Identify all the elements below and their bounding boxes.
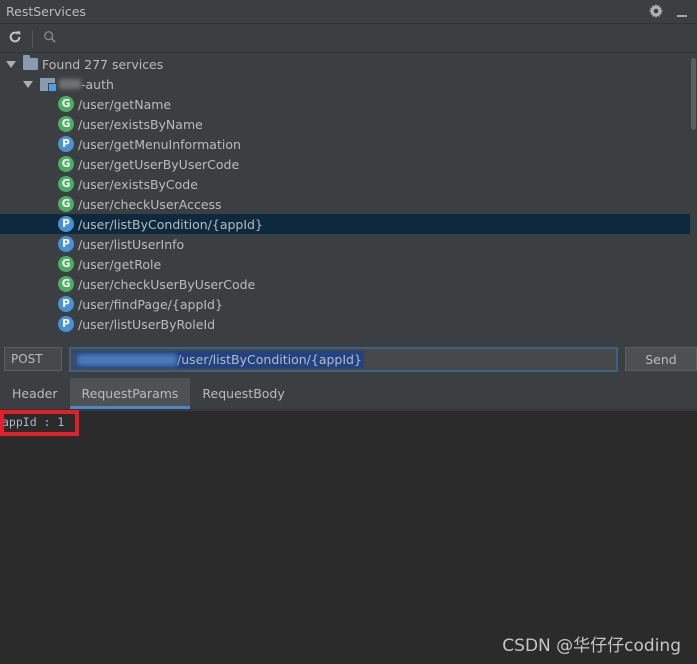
get-method-icon: G xyxy=(58,116,74,132)
header-actions xyxy=(649,4,687,21)
service-path: /user/listUserInfo xyxy=(78,236,185,252)
folder-icon xyxy=(23,55,38,70)
tree-module[interactable]: -auth xyxy=(0,74,690,94)
post-method-icon: P xyxy=(58,236,74,252)
service-item[interactable]: P/user/listUserInfo xyxy=(0,234,690,254)
service-item[interactable]: G/user/checkUserAccess xyxy=(0,194,690,214)
url-selected-text: /user/listByCondition/{appId} xyxy=(75,351,364,368)
tab-requestbody[interactable]: RequestBody xyxy=(190,378,296,409)
service-path: /user/existsByCode xyxy=(78,176,198,192)
tree-root-label: Found 277 services xyxy=(42,56,164,72)
service-path: /user/getMenuInformation xyxy=(78,136,241,152)
post-method-icon: P xyxy=(58,316,74,332)
minimize-icon[interactable] xyxy=(677,9,687,17)
toolbar-separator xyxy=(32,29,33,48)
params-editor[interactable]: appId : 1 xyxy=(0,411,697,664)
tab-header[interactable]: Header xyxy=(0,378,70,409)
scrollbar-thumb[interactable] xyxy=(691,58,696,130)
gear-icon[interactable] xyxy=(649,4,663,21)
service-path: /user/checkUserAccess xyxy=(78,196,222,212)
annotation-highlight-box xyxy=(0,410,79,436)
module-icon xyxy=(40,77,57,92)
service-item[interactable]: G/user/existsByCode xyxy=(0,174,690,194)
post-method-icon: P xyxy=(58,136,74,152)
service-path: /user/existsByName xyxy=(78,116,203,132)
service-item[interactable]: P/user/listUserByRoleId xyxy=(0,314,690,334)
search-icon[interactable] xyxy=(43,30,57,47)
service-path: /user/listUserByRoleId xyxy=(78,316,216,332)
get-method-icon: G xyxy=(58,176,74,192)
post-method-icon: P xyxy=(58,216,74,232)
send-button[interactable]: Send xyxy=(625,347,697,371)
service-tree[interactable]: Found 277 services -auth G/user/getName G… xyxy=(0,54,690,334)
tree-root[interactable]: Found 277 services xyxy=(0,54,690,74)
service-item[interactable]: G/user/checkUserByUserCode xyxy=(0,274,690,294)
request-tabs: Header RequestParams RequestBody xyxy=(0,378,697,410)
service-item[interactable]: G/user/getRole xyxy=(0,254,690,274)
http-method-field[interactable]: POST xyxy=(4,347,62,371)
toolbar xyxy=(0,25,697,53)
tab-requestparams[interactable]: RequestParams xyxy=(69,378,191,409)
tool-window-title: RestServices xyxy=(6,4,86,19)
redacted-text xyxy=(59,79,81,89)
service-item[interactable]: P/user/getMenuInformation xyxy=(0,134,690,154)
request-bar: POST /user/listByCondition/{appId} Send xyxy=(0,340,697,376)
url-path: /user/listByCondition/{appId} xyxy=(177,352,362,367)
get-method-icon: G xyxy=(58,156,74,172)
service-item[interactable]: G/user/existsByName xyxy=(0,114,690,134)
redacted-host xyxy=(77,353,177,366)
service-item[interactable]: P/user/findPage/{appId} xyxy=(0,294,690,314)
service-path: /user/listByCondition/{appId} xyxy=(78,216,263,232)
service-path: /user/getUserByUserCode xyxy=(78,156,240,172)
tree-module-label: -auth xyxy=(81,76,114,92)
service-item[interactable]: P/user/listByCondition/{appId} xyxy=(0,214,690,234)
service-path: /user/checkUserByUserCode xyxy=(78,276,256,292)
service-item[interactable]: G/user/getUserByUserCode xyxy=(0,154,690,174)
get-method-icon: G xyxy=(58,196,74,212)
expand-caret-icon[interactable] xyxy=(23,80,33,88)
service-path: /user/getRole xyxy=(78,256,162,272)
get-method-icon: G xyxy=(58,256,74,272)
post-method-icon: P xyxy=(58,296,74,312)
service-item[interactable]: G/user/getName xyxy=(0,94,690,114)
service-path: /user/findPage/{appId} xyxy=(78,296,223,312)
tree-scrollbar[interactable] xyxy=(690,54,697,334)
service-path: /user/getName xyxy=(78,96,172,112)
get-method-icon: G xyxy=(58,276,74,292)
refresh-icon[interactable] xyxy=(8,30,22,47)
expand-caret-icon[interactable] xyxy=(6,60,16,68)
url-input[interactable]: /user/listByCondition/{appId} xyxy=(69,347,618,372)
get-method-icon: G xyxy=(58,96,74,112)
watermark: CSDN @华仔仔coding xyxy=(502,636,681,656)
tool-window-header: RestServices xyxy=(0,0,697,24)
